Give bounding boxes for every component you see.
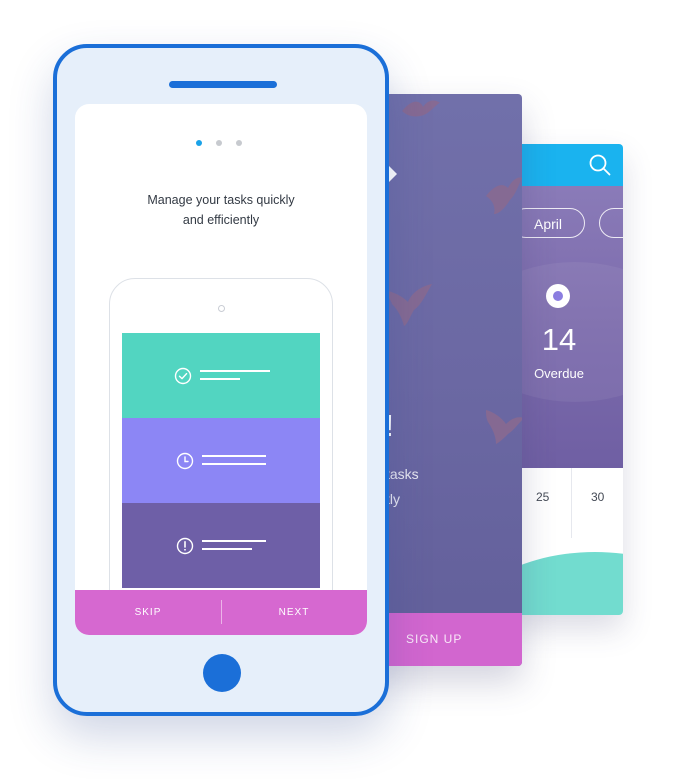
task-line <box>202 540 266 542</box>
bird-icon <box>486 410 522 444</box>
bird-icon <box>384 284 432 326</box>
onboarding-nav-bar: SKIP NEXT <box>75 590 367 635</box>
onboarding-screen: Manage your tasks quickly and efficientl… <box>75 104 367 635</box>
check-circle-icon <box>174 367 192 385</box>
task-illustration <box>122 333 320 593</box>
onboarding-title: Manage your tasks quickly and efficientl… <box>75 190 367 230</box>
task-card-done <box>122 333 320 418</box>
search-icon[interactable] <box>589 154 611 176</box>
task-line <box>202 548 252 550</box>
overdue-indicator <box>546 284 570 308</box>
play-arrow-icon[interactable] <box>389 166 397 182</box>
next-button[interactable]: NEXT <box>221 590 367 635</box>
signup-text-line1: tasks <box>386 466 419 482</box>
task-line <box>200 370 270 372</box>
onboarding-title-line1: Manage your tasks quickly <box>147 193 295 207</box>
home-button[interactable] <box>203 654 241 692</box>
day-25[interactable]: 25 <box>536 490 549 504</box>
decorative-wave <box>505 552 623 615</box>
phone-frame: Manage your tasks quickly and efficientl… <box>53 44 389 716</box>
page-dot-3[interactable] <box>236 140 242 146</box>
day-30[interactable]: 30 <box>591 490 604 504</box>
signup-label: SIGN UP <box>406 632 463 646</box>
task-card-pending <box>122 418 320 503</box>
page-dot-1[interactable] <box>196 140 202 146</box>
bird-icon <box>486 177 522 214</box>
app-showcase: April 14 Overdue 25 30 e! tasks tly <box>0 0 676 779</box>
calendar-screen: April 14 Overdue 25 30 <box>505 144 623 615</box>
task-line <box>202 463 266 465</box>
bird-icon <box>402 100 440 117</box>
exclamation-circle-icon <box>176 537 194 555</box>
page-dot-2[interactable] <box>216 140 222 146</box>
onboarding-title-line2: and efficiently <box>182 213 260 227</box>
illustration-camera <box>218 305 225 312</box>
overdue-panel: April 14 Overdue <box>505 186 623 468</box>
month-pill-next[interactable] <box>599 208 623 238</box>
calendar-header <box>505 144 623 186</box>
task-card-alert <box>122 503 320 588</box>
clock-icon <box>176 452 194 470</box>
day-strip: 25 30 <box>505 468 623 615</box>
phone-speaker <box>169 81 277 88</box>
task-line <box>200 378 240 380</box>
task-line <box>202 455 266 457</box>
day-divider <box>571 468 572 538</box>
skip-button[interactable]: SKIP <box>75 590 221 635</box>
month-pill-april[interactable]: April <box>511 208 585 238</box>
